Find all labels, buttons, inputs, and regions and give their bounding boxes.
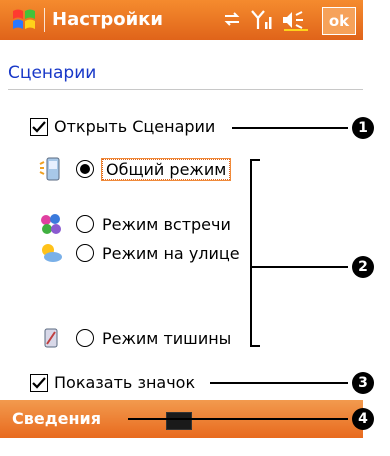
profile-option-silent[interactable]: Режим тишины xyxy=(38,325,231,351)
profile-label: Режим на улице xyxy=(102,243,240,263)
details-softkey[interactable]: Сведения xyxy=(12,409,101,428)
title-bar: Настройки ok xyxy=(0,0,363,40)
section-title: Сценарии xyxy=(8,63,97,83)
callout-marker-1: 1 xyxy=(352,117,374,139)
checkbox[interactable] xyxy=(30,373,48,392)
phone-icon xyxy=(39,157,60,181)
callout-bracket-2 xyxy=(250,159,252,347)
callout-line-3 xyxy=(210,382,348,384)
start-icon[interactable] xyxy=(10,6,40,34)
meeting-icon xyxy=(41,214,61,234)
open-profiles-checkbox[interactable]: Открыть Сценарии xyxy=(30,117,215,136)
checkmark-icon xyxy=(32,376,46,389)
signal-icon[interactable] xyxy=(250,8,272,32)
keyboard-icon[interactable] xyxy=(166,412,192,430)
callout-bracket-top xyxy=(250,159,260,161)
callout-bracket-bottom xyxy=(250,345,260,347)
app-title: Настройки xyxy=(52,9,164,30)
connectivity-icon[interactable] xyxy=(222,8,242,30)
callout-marker-4: 4 xyxy=(352,408,374,430)
silent-icon xyxy=(44,328,58,348)
callout-marker-2: 2 xyxy=(352,256,374,278)
profile-option-outdoor[interactable]: Режим на улице xyxy=(38,240,240,266)
checkbox[interactable] xyxy=(30,117,48,136)
ok-button[interactable]: ok xyxy=(322,7,356,35)
show-icon-label: Показать значок xyxy=(54,373,196,392)
profile-label: Режим встречи xyxy=(102,214,231,234)
callout-line-4 xyxy=(128,418,348,420)
volume-icon[interactable] xyxy=(280,8,310,32)
callout-line-2 xyxy=(252,266,348,268)
section-divider xyxy=(8,89,363,90)
checkmark-icon xyxy=(32,120,46,133)
open-profiles-label: Открыть Сценарии xyxy=(54,117,216,136)
radio-button[interactable] xyxy=(76,160,94,178)
profile-option-meeting[interactable]: Режим встречи xyxy=(38,211,231,237)
profile-option-general[interactable]: Общий режим xyxy=(38,156,232,182)
title-separator xyxy=(44,8,45,32)
profile-label: Общий режим xyxy=(100,157,232,181)
radio-button[interactable] xyxy=(76,215,94,233)
callout-line-1 xyxy=(232,127,348,129)
outdoor-icon xyxy=(42,244,62,262)
callout-marker-3: 3 xyxy=(352,372,374,394)
show-icon-checkbox[interactable]: Показать значок xyxy=(30,373,195,392)
profile-label: Режим тишины xyxy=(102,328,232,348)
radio-button[interactable] xyxy=(76,329,94,347)
radio-button[interactable] xyxy=(76,244,94,262)
